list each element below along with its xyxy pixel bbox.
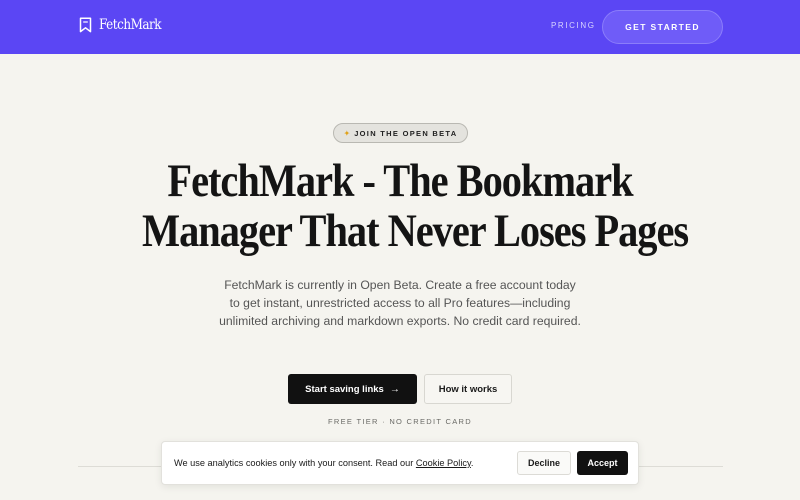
brand-logo-link[interactable]: FetchMark [79, 17, 171, 33]
how-it-works-button[interactable]: How it works [424, 374, 512, 404]
hero-title-line-2: Manager That Never Loses Pages [142, 205, 689, 257]
decline-cookies-button[interactable]: Decline [517, 451, 571, 475]
get-started-button[interactable]: GET STARTED [602, 10, 723, 44]
cookie-consent-banner: We use analytics cookies only with your … [161, 441, 639, 485]
brand-name: FetchMark [99, 17, 162, 33]
cookie-message: We use analytics cookies only with your … [174, 458, 473, 468]
sparkle-icon: ✦ [343, 128, 351, 138]
cookie-policy-link[interactable]: Cookie Policy [416, 458, 471, 468]
cookie-message-end: . [470, 458, 474, 468]
free-tier-note: FREE TIER · NO CREDIT CARD [328, 417, 472, 426]
join-beta-pill[interactable]: ✦ JOIN THE OPEN BETA [333, 123, 468, 143]
cookie-message-text: We use analytics cookies only with your … [174, 458, 416, 468]
top-nav-bar: FetchMark PRICING GET STARTED [0, 0, 800, 54]
hero-subtitle: FetchMark is currently in Open Beta. Cre… [219, 278, 581, 328]
accept-cookies-button[interactable]: Accept [577, 451, 628, 475]
nav-link-pricing[interactable]: PRICING [551, 21, 596, 30]
bookmark-icon [79, 17, 92, 33]
start-saving-links-button[interactable]: Start saving links → [288, 374, 417, 404]
arrow-right-icon: → [389, 383, 400, 395]
hero-title-line-1: FetchMark - The Bookmark [167, 155, 633, 207]
hero-title: FetchMark - The Bookmark Manager That Ne… [100, 156, 700, 256]
start-saving-links-label: Start saving links [305, 383, 384, 395]
join-beta-label: JOIN THE OPEN BETA [354, 128, 458, 138]
